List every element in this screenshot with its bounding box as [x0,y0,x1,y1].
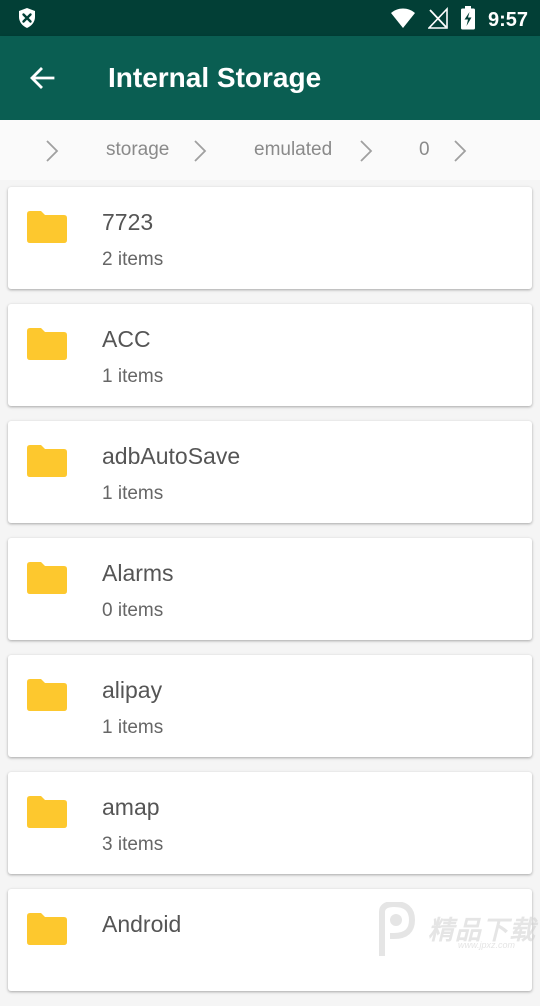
page-title: Internal Storage [108,62,322,93]
chevron-right-icon [194,140,207,162]
folder-name: ACC [102,326,151,352]
folder-name: Android [102,911,182,937]
watermark-logo: 精品下载 www.jpxz.com [372,900,536,958]
shield-close-icon [16,7,38,34]
chevron-right-icon [46,140,59,162]
folder-card[interactable]: alipay 1 items [8,655,532,757]
folder-name: Alarms [102,560,174,586]
folder-item-count: 1 items [102,483,164,504]
folder-icon [27,328,67,360]
battery-charging-icon [460,6,476,35]
folder-name: alipay [102,677,163,703]
folder-name: amap [102,794,160,820]
folder-name: adbAutoSave [102,443,241,469]
folder-card[interactable]: 7723 2 items [8,187,532,289]
folder-icon [27,211,67,243]
chevron-right-icon [360,140,373,162]
breadcrumb-item-storage[interactable]: storage [106,139,169,161]
breadcrumb-item-0[interactable]: 0 [419,139,430,161]
watermark-p-icon [379,900,416,956]
folder-card[interactable]: ACC 1 items [8,304,532,406]
wifi-icon [390,7,416,34]
folder-item-count: 3 items [102,834,164,855]
folder-card[interactable]: amap 3 items [8,772,532,874]
arrow-back-icon [30,67,55,89]
status-bar: 9:57 [0,0,540,36]
folder-item-count: 0 items [102,600,164,621]
app-bar: Internal Storage [0,36,540,120]
status-icons: 9:57 [390,6,528,35]
folder-card[interactable]: Alarms 0 items [8,538,532,640]
breadcrumb-item-emulated[interactable]: emulated [254,139,332,161]
breadcrumb: storage emulated 0 [0,120,540,180]
folder-icon [27,913,67,945]
folder-card[interactable]: adbAutoSave 1 items [8,421,532,523]
folder-icon [27,445,67,477]
watermark-url: www.jpxz.com [458,940,516,950]
folder-icon [27,562,67,594]
folder-name: 7723 [102,209,154,235]
no-signal-icon [427,6,448,34]
back-button[interactable] [22,58,62,98]
folder-list: 7723 2 items ACC 1 items adbAutoSave 1 i… [8,187,532,1006]
folder-item-count: 1 items [102,717,164,738]
folder-item-count: 2 items [102,249,164,270]
folder-item-count: 1 items [102,366,164,387]
folder-icon [27,679,67,711]
status-time: 9:57 [487,9,528,31]
folder-icon [27,796,67,828]
chevron-right-icon [454,140,467,162]
